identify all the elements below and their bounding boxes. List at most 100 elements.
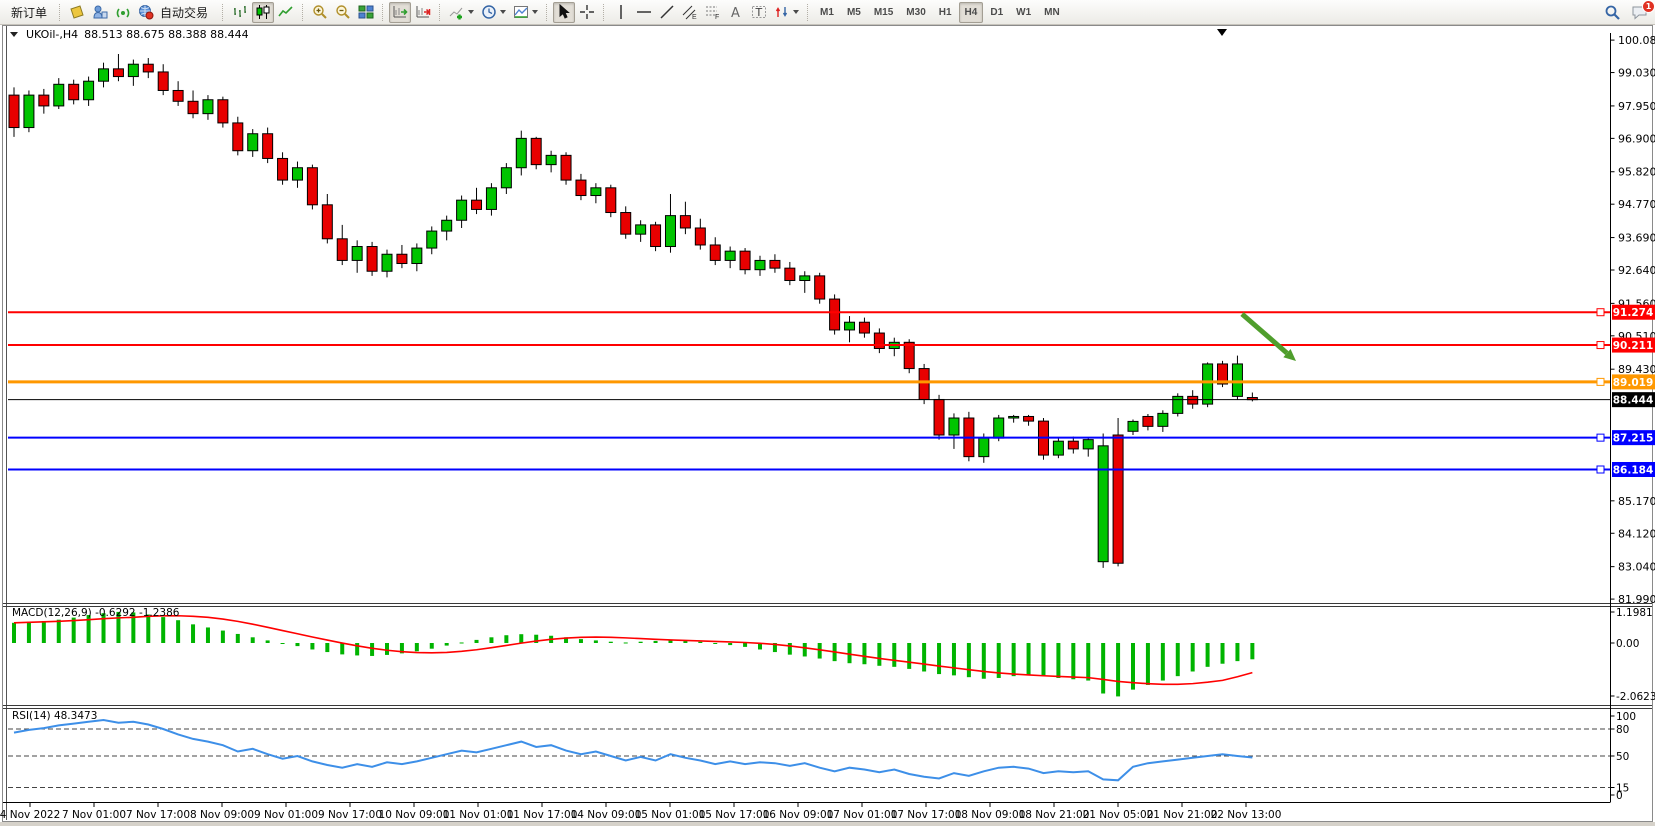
vertical-line-button[interactable] bbox=[610, 2, 632, 23]
svg-text:15 Nov 01:00: 15 Nov 01:00 bbox=[635, 809, 706, 821]
window-bottom-edge bbox=[0, 822, 1655, 826]
candle-body bbox=[636, 225, 646, 234]
crosshair-button[interactable] bbox=[576, 2, 598, 23]
svg-text:22 Nov 13:00: 22 Nov 13:00 bbox=[1211, 809, 1282, 821]
candle-body bbox=[1068, 441, 1078, 449]
horizontal-line-icon bbox=[636, 4, 652, 20]
toolbar-separator bbox=[382, 4, 384, 21]
candle-body bbox=[397, 254, 407, 263]
svg-text:80: 80 bbox=[1616, 724, 1629, 736]
templates-button[interactable] bbox=[510, 2, 541, 23]
horizontal-line-button[interactable] bbox=[633, 2, 655, 23]
time-axis[interactable]: 4 Nov 20227 Nov 01:007 Nov 17:008 Nov 09… bbox=[0, 802, 1281, 821]
svg-text:50: 50 bbox=[1616, 751, 1629, 763]
timeframe-m15[interactable]: M15 bbox=[868, 2, 899, 23]
timeframe-d1[interactable]: D1 bbox=[984, 2, 1009, 23]
svg-text:87.215: 87.215 bbox=[1613, 433, 1654, 445]
search-button[interactable] bbox=[1601, 2, 1624, 23]
timeframe-h4[interactable]: H4 bbox=[959, 2, 984, 23]
bar-chart-icon bbox=[232, 4, 248, 20]
tile-windows-icon bbox=[358, 4, 374, 20]
autotrade-button[interactable]: 自动交易 bbox=[135, 2, 217, 23]
shapes-icon bbox=[774, 4, 790, 20]
auto-scroll-button[interactable] bbox=[389, 2, 411, 23]
candle-body bbox=[39, 95, 49, 106]
chart-canvas[interactable]: 100.08099.03097.95096.90095.82094.77093.… bbox=[0, 25, 1655, 826]
svg-text:T: T bbox=[755, 6, 763, 19]
candle-body bbox=[904, 342, 914, 368]
fibonacci-button[interactable]: F bbox=[702, 2, 724, 23]
candle-body bbox=[457, 200, 467, 220]
crosshair-icon bbox=[579, 4, 595, 20]
channel-button[interactable]: E bbox=[679, 2, 701, 23]
svg-text:89.019: 89.019 bbox=[1613, 377, 1654, 389]
timeframe-m30[interactable]: M30 bbox=[900, 2, 931, 23]
candle-body bbox=[949, 418, 959, 435]
svg-text:86.184: 86.184 bbox=[1613, 464, 1654, 476]
trend-arrow[interactable] bbox=[1242, 314, 1296, 361]
vertical-line-icon bbox=[613, 4, 629, 20]
note-icon bbox=[69, 4, 85, 20]
cursor-button[interactable] bbox=[553, 2, 575, 23]
chart-window: 100.08099.03097.95096.90095.82094.77093.… bbox=[0, 25, 1655, 826]
level-lines[interactable]: 91.27490.21189.01988.44487.21586.184 bbox=[8, 305, 1655, 477]
shift-marker[interactable] bbox=[1217, 29, 1227, 36]
globe-icon bbox=[138, 4, 154, 20]
macd-signal-line bbox=[14, 616, 1252, 685]
candle-body bbox=[1188, 396, 1198, 404]
candlestick-button[interactable] bbox=[252, 2, 274, 23]
candle-body bbox=[367, 247, 377, 272]
timeframe-m5[interactable]: M5 bbox=[841, 2, 867, 23]
candle-body bbox=[695, 228, 705, 245]
label-button[interactable]: T bbox=[748, 2, 770, 23]
shapes-button[interactable] bbox=[771, 2, 802, 23]
zoom-in-icon bbox=[312, 4, 328, 20]
candle-body bbox=[501, 168, 511, 188]
notes-button[interactable] bbox=[66, 2, 88, 23]
text-button[interactable]: A bbox=[725, 2, 747, 23]
svg-text:88.444: 88.444 bbox=[1613, 395, 1654, 407]
trendline-icon bbox=[659, 4, 675, 20]
candle-body bbox=[84, 81, 94, 100]
timeframe-w1[interactable]: W1 bbox=[1010, 2, 1037, 23]
svg-text:85.170: 85.170 bbox=[1618, 495, 1655, 508]
timeframe-m1[interactable]: M1 bbox=[814, 2, 840, 23]
svg-text:99.030: 99.030 bbox=[1618, 67, 1655, 80]
svg-text:93.690: 93.690 bbox=[1618, 232, 1655, 245]
price-axis[interactable]: 100.08099.03097.95096.90095.82094.77093.… bbox=[1611, 34, 1655, 606]
tile-windows-button[interactable] bbox=[355, 2, 377, 23]
toolbar-separator bbox=[603, 4, 605, 21]
clock-icon bbox=[481, 4, 497, 20]
level-handle bbox=[1597, 466, 1604, 473]
candle-body bbox=[69, 84, 79, 99]
chart-shift-button[interactable] bbox=[412, 2, 434, 23]
toolbar-separator bbox=[439, 4, 441, 21]
signal-icon bbox=[115, 4, 131, 20]
trendline-button[interactable] bbox=[656, 2, 678, 23]
svg-text:11 Nov 17:00: 11 Nov 17:00 bbox=[507, 809, 578, 821]
indicators-button[interactable] bbox=[446, 2, 477, 23]
candle-body bbox=[188, 101, 198, 113]
profile-button[interactable] bbox=[89, 2, 111, 23]
signal-button[interactable] bbox=[112, 2, 134, 23]
candle-body bbox=[54, 84, 64, 106]
candle-body bbox=[263, 134, 273, 159]
chevron-down-icon bbox=[500, 10, 506, 14]
line-chart-button[interactable] bbox=[275, 2, 297, 23]
svg-text:18 Nov 21:00: 18 Nov 21:00 bbox=[1019, 809, 1090, 821]
timeframe-mn[interactable]: MN bbox=[1038, 2, 1066, 23]
new-order-button[interactable]: 新订单 bbox=[4, 2, 54, 23]
candle-body bbox=[99, 69, 109, 81]
svg-text:4 Nov 2022: 4 Nov 2022 bbox=[0, 809, 60, 821]
periods-button[interactable] bbox=[478, 2, 509, 23]
candle-body bbox=[621, 213, 631, 235]
svg-text:96.900: 96.900 bbox=[1618, 132, 1655, 145]
candle-body bbox=[24, 95, 34, 127]
zoom-in-button[interactable] bbox=[309, 2, 331, 23]
timeframe-h1[interactable]: H1 bbox=[933, 2, 958, 23]
zoom-out-button[interactable] bbox=[332, 2, 354, 23]
macd-indicator-label: MACD(12,26,9) -0.6292 -1.2386 bbox=[12, 607, 179, 619]
bar-chart-button[interactable] bbox=[229, 2, 251, 23]
candle-body bbox=[203, 100, 213, 114]
symbol-dropdown-icon[interactable] bbox=[10, 32, 18, 37]
